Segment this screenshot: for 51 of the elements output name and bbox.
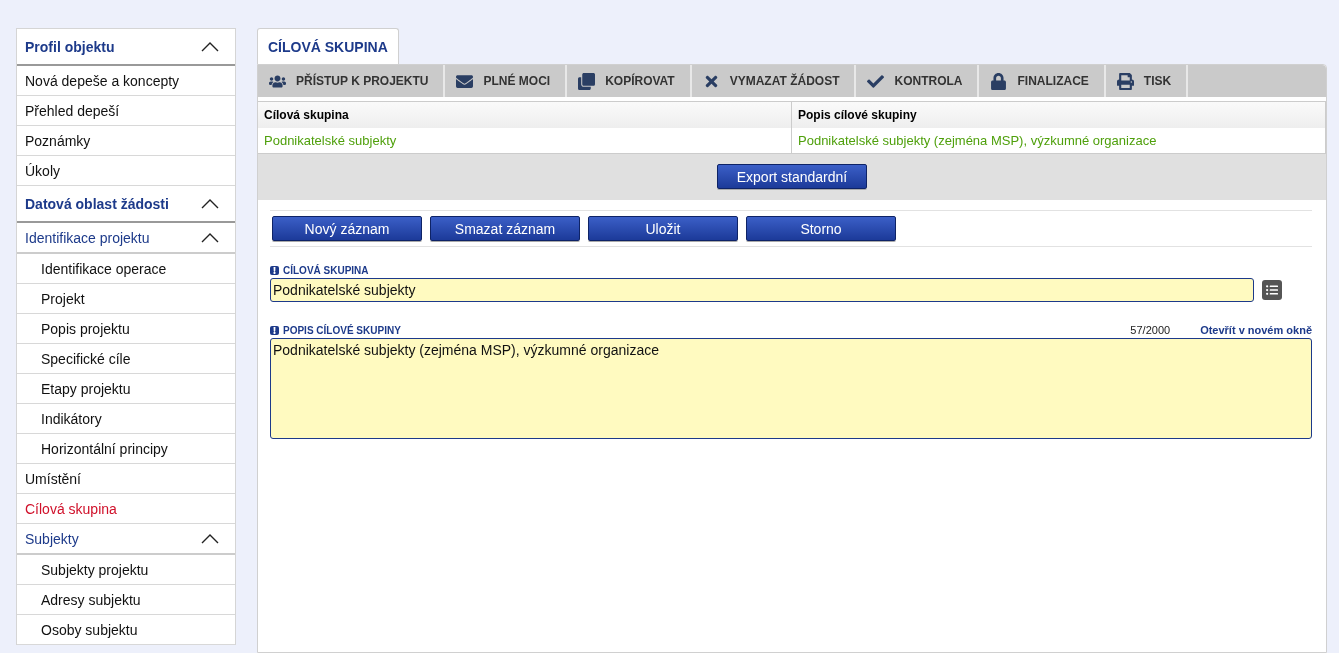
action-button[interactable]: Uložit [588,216,738,241]
checkmark-icon [867,72,885,90]
field-label: CÍLOVÁ SKUPINA [283,265,369,276]
toolbar-button[interactable]: KOPÍROVAT [567,65,692,97]
action-button[interactable]: Smazat záznam [430,216,580,241]
sidebar-item[interactable]: Cílová skupina [25,500,117,517]
toolbar-button[interactable]: FINALIZACE [979,65,1106,97]
open-in-new-window-link[interactable]: Otevřít v novém okně [1200,324,1312,336]
input-field[interactable]: Podnikatelské subjekty [270,278,1254,302]
chevron-up-icon[interactable] [201,198,219,209]
sidebar-item[interactable]: Etapy projektu [41,380,131,397]
sidebar-item[interactable]: Poznámky [25,132,91,149]
action-button[interactable]: Nový záznam [272,216,422,241]
text-area[interactable]: Podnikatelské subjekty (zejména MSP), výzkumné organizace [270,338,1312,439]
character-counter: 57/2000 [1130,324,1171,336]
chevron-up-icon[interactable] [201,232,219,243]
column-header: Cílová skupina [258,102,792,128]
sidebar-item[interactable]: Nová depeše a koncepty [25,72,180,89]
sidebar-item[interactable]: Úkoly [25,162,60,179]
sidebar-item[interactable]: Umístění [25,470,81,487]
action-button[interactable]: Storno [746,216,896,241]
sidebar-item[interactable]: Indikátory [41,410,102,427]
chevron-up-icon[interactable] [201,533,219,544]
toolbar-button[interactable]: TISK [1105,65,1189,97]
toolbar-button[interactable]: PLNÉ MOCI [445,65,568,97]
copy-icon [578,72,596,90]
envelope-icon [456,72,474,90]
padlock-icon [990,72,1008,90]
sidebar-item[interactable]: Identifikace operace [41,260,167,277]
chevron-up-icon[interactable] [201,41,219,52]
column-header: Popis cílové skupiny [792,102,1326,128]
sidebar-item[interactable]: Přehled depeší [25,102,120,119]
sidebar-item[interactable]: Horizontální principy [41,440,168,457]
field-label: POPIS CÍLOVÉ SKUPINY [283,324,401,336]
sidebar-item[interactable]: Popis projektu [41,320,130,337]
sidebar-item[interactable]: Subjekty projektu [41,561,149,578]
toolbar-button[interactable]: KONTROLA [856,65,980,97]
sidebar-section-title[interactable]: Profil objektu [25,38,115,55]
sidebar-item[interactable]: Osoby subjektu [41,621,138,638]
export-button[interactable]: Export standardní [717,164,867,189]
sidebar-section-title[interactable]: Datová oblast žádosti [25,195,169,212]
toolbar-button[interactable]: VYMAZAT ŽÁDOST [691,65,857,97]
list-icon[interactable] [1262,280,1282,300]
toolbar-button[interactable]: PŘÍSTUP K PROJEKTU [258,65,446,97]
sidebar-item[interactable]: Specifické cíle [41,350,131,367]
tab[interactable]: CÍLOVÁ SKUPINA [257,28,399,64]
sidebar-item[interactable]: Subjekty [25,530,79,547]
sidebar-item[interactable]: Projekt [41,290,85,307]
sidebar-item[interactable]: Identifikace projektu [25,229,150,246]
printer-icon [1116,72,1134,90]
sidebar-item[interactable]: Adresy subjektu [41,591,141,608]
